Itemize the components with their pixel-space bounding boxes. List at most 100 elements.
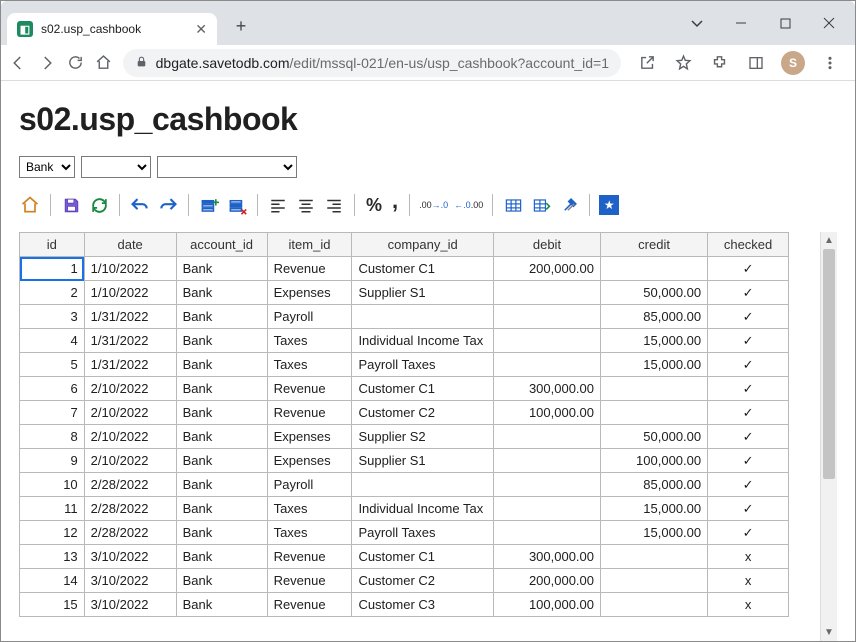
cell-id[interactable]: 12 bbox=[20, 521, 85, 545]
cell-account[interactable]: Bank bbox=[176, 497, 267, 521]
cell-company[interactable]: Supplier S1 bbox=[352, 449, 493, 473]
cell-date[interactable]: 1/10/2022 bbox=[84, 281, 176, 305]
cell-company[interactable]: Payroll Taxes bbox=[352, 353, 493, 377]
cell-item[interactable]: Expenses bbox=[267, 425, 352, 449]
cell-account[interactable]: Bank bbox=[176, 545, 267, 569]
cell-date[interactable]: 1/31/2022 bbox=[84, 353, 176, 377]
cell-credit[interactable]: 50,000.00 bbox=[601, 425, 708, 449]
percent-format-button[interactable]: % bbox=[364, 195, 384, 216]
col-date[interactable]: date bbox=[84, 233, 176, 257]
table-row[interactable]: 133/10/2022BankRevenueCustomer C1300,000… bbox=[20, 545, 789, 569]
cell-company[interactable]: Customer C2 bbox=[352, 401, 493, 425]
cell-account[interactable]: Bank bbox=[176, 521, 267, 545]
cell-debit[interactable]: 100,000.00 bbox=[493, 593, 600, 617]
cell-account[interactable]: Bank bbox=[176, 569, 267, 593]
cell-debit[interactable]: 300,000.00 bbox=[493, 545, 600, 569]
table-row[interactable]: 92/10/2022BankExpensesSupplier S1100,000… bbox=[20, 449, 789, 473]
cell-checked[interactable]: ✓ bbox=[708, 521, 789, 545]
cell-checked[interactable]: ✓ bbox=[708, 305, 789, 329]
window-chevron-icon[interactable] bbox=[675, 3, 719, 43]
favorite-icon[interactable]: ★ bbox=[599, 195, 619, 215]
col-debit[interactable]: debit bbox=[493, 233, 600, 257]
cell-checked[interactable]: ✓ bbox=[708, 497, 789, 521]
cell-credit[interactable] bbox=[601, 401, 708, 425]
new-tab-button[interactable]: + bbox=[227, 12, 255, 40]
cell-account[interactable]: Bank bbox=[176, 257, 267, 281]
filter-select-1[interactable]: Bank bbox=[19, 156, 75, 178]
cell-account[interactable]: Bank bbox=[176, 377, 267, 401]
cell-credit[interactable]: 50,000.00 bbox=[601, 281, 708, 305]
decrease-decimal-button[interactable]: ←.0 .00 bbox=[454, 194, 483, 216]
profile-avatar[interactable]: S bbox=[781, 51, 805, 75]
close-tab-icon[interactable]: ✕ bbox=[195, 21, 207, 38]
cell-account[interactable]: Bank bbox=[176, 305, 267, 329]
scroll-thumb[interactable] bbox=[823, 249, 835, 479]
cell-id[interactable]: 5 bbox=[20, 353, 85, 377]
cell-checked[interactable]: x bbox=[708, 593, 789, 617]
cell-checked[interactable]: ✓ bbox=[708, 257, 789, 281]
share-icon[interactable] bbox=[637, 52, 659, 74]
cell-checked[interactable]: ✓ bbox=[708, 281, 789, 305]
maximize-button[interactable] bbox=[763, 3, 807, 43]
home-icon[interactable] bbox=[19, 194, 41, 216]
table-row[interactable]: 21/10/2022BankExpensesSupplier S150,000.… bbox=[20, 281, 789, 305]
col-credit[interactable]: credit bbox=[601, 233, 708, 257]
table-row[interactable]: 82/10/2022BankExpensesSupplier S250,000.… bbox=[20, 425, 789, 449]
bookmark-star-icon[interactable] bbox=[673, 52, 695, 74]
cell-company[interactable]: Payroll Taxes bbox=[352, 521, 493, 545]
undo-icon[interactable] bbox=[129, 194, 151, 216]
cell-debit[interactable] bbox=[493, 425, 600, 449]
cell-date[interactable]: 2/10/2022 bbox=[84, 449, 176, 473]
cell-account[interactable]: Bank bbox=[176, 473, 267, 497]
cell-item[interactable]: Revenue bbox=[267, 257, 352, 281]
cell-id[interactable]: 7 bbox=[20, 401, 85, 425]
scroll-up-icon[interactable]: ▲ bbox=[821, 232, 837, 249]
cell-date[interactable]: 2/28/2022 bbox=[84, 497, 176, 521]
cell-checked[interactable]: ✓ bbox=[708, 401, 789, 425]
table-options-icon[interactable] bbox=[530, 194, 552, 216]
cell-company[interactable]: Customer C1 bbox=[352, 257, 493, 281]
cell-item[interactable]: Revenue bbox=[267, 545, 352, 569]
insert-row-icon[interactable] bbox=[198, 194, 220, 216]
cell-debit[interactable]: 200,000.00 bbox=[493, 257, 600, 281]
extensions-icon[interactable] bbox=[709, 52, 731, 74]
cell-credit[interactable] bbox=[601, 593, 708, 617]
home-button[interactable] bbox=[94, 52, 112, 74]
col-account-id[interactable]: account_id bbox=[176, 233, 267, 257]
cell-item[interactable]: Revenue bbox=[267, 569, 352, 593]
cell-checked[interactable]: ✓ bbox=[708, 425, 789, 449]
cell-account[interactable]: Bank bbox=[176, 593, 267, 617]
cell-item[interactable]: Revenue bbox=[267, 401, 352, 425]
cell-date[interactable]: 3/10/2022 bbox=[84, 545, 176, 569]
cell-account[interactable]: Bank bbox=[176, 425, 267, 449]
cell-company[interactable]: Customer C1 bbox=[352, 545, 493, 569]
cell-debit[interactable]: 300,000.00 bbox=[493, 377, 600, 401]
cell-id[interactable]: 14 bbox=[20, 569, 85, 593]
align-left-icon[interactable] bbox=[267, 194, 289, 216]
cell-credit[interactable]: 100,000.00 bbox=[601, 449, 708, 473]
cell-id[interactable]: 9 bbox=[20, 449, 85, 473]
cell-item[interactable]: Payroll bbox=[267, 305, 352, 329]
cell-checked[interactable]: ✓ bbox=[708, 329, 789, 353]
cell-company[interactable] bbox=[352, 473, 493, 497]
cell-debit[interactable] bbox=[493, 305, 600, 329]
cell-date[interactable]: 1/10/2022 bbox=[84, 257, 176, 281]
cell-item[interactable]: Taxes bbox=[267, 497, 352, 521]
cell-credit[interactable]: 15,000.00 bbox=[601, 521, 708, 545]
cell-id[interactable]: 11 bbox=[20, 497, 85, 521]
cell-credit[interactable] bbox=[601, 545, 708, 569]
table-row[interactable]: 153/10/2022BankRevenueCustomer C3100,000… bbox=[20, 593, 789, 617]
cell-account[interactable]: Bank bbox=[176, 449, 267, 473]
cell-item[interactable]: Revenue bbox=[267, 377, 352, 401]
col-id[interactable]: id bbox=[20, 233, 85, 257]
cell-checked[interactable]: ✓ bbox=[708, 473, 789, 497]
menu-kebab-icon[interactable] bbox=[819, 52, 841, 74]
address-bar[interactable]: dbgate.savetodb.com/edit/mssql-021/en-us… bbox=[123, 49, 621, 77]
table-row[interactable]: 112/28/2022BankTaxesIndividual Income Ta… bbox=[20, 497, 789, 521]
increase-decimal-button[interactable]: .00 →.0 bbox=[419, 194, 448, 216]
cell-date[interactable]: 1/31/2022 bbox=[84, 329, 176, 353]
col-checked[interactable]: checked bbox=[708, 233, 789, 257]
cell-id[interactable]: 2 bbox=[20, 281, 85, 305]
close-window-button[interactable] bbox=[807, 3, 851, 43]
cell-credit[interactable]: 15,000.00 bbox=[601, 353, 708, 377]
